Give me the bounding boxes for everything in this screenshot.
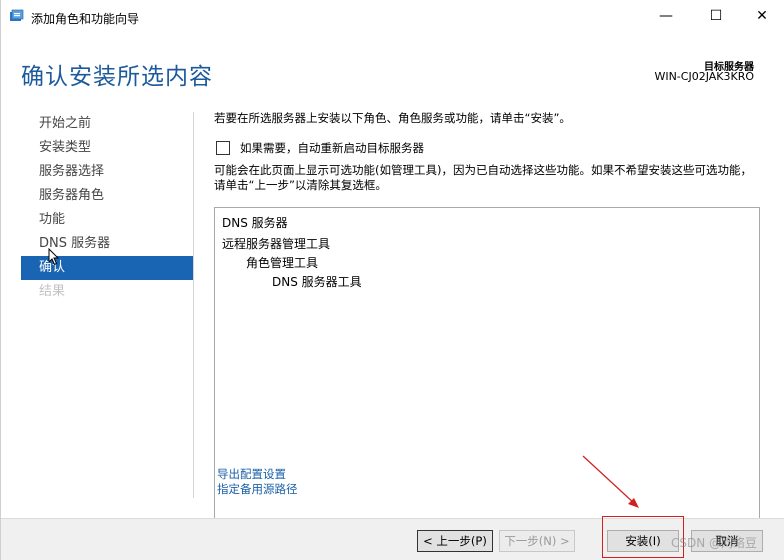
nav-item-server-roles[interactable]: 服务器角色 (21, 184, 193, 208)
window-title: 添加角色和功能向导 (31, 12, 140, 26)
restart-checkbox-row[interactable]: 如果需要，自动重新启动目标服务器 (214, 140, 424, 156)
wizard-window: 添加角色和功能向导 — ☐ ✕ 确认安装所选内容 目标服务器 WIN-CJ02J… (0, 0, 784, 560)
server-manager-icon (10, 9, 24, 21)
maximize-icon: ☐ (709, 8, 723, 24)
restart-checkbox-label[interactable]: 如果需要，自动重新启动目标服务器 (240, 140, 424, 156)
instruction-text: 若要在所选服务器上安装以下角色、角色服务或功能，请单击“安装”。 (214, 111, 571, 125)
confirmation-content: 若要在所选服务器上安装以下角色、角色服务或功能，请单击“安装”。 如果需要，自动… (214, 110, 762, 551)
optional-features-note: 可能会在此页面上显示可选功能(如管理工具)，因为已自动选择这些功能。如果不希望安… (214, 163, 752, 192)
selected-features-list[interactable]: DNS 服务器 远程服务器管理工具 角色管理工具 DNS 服务器工具 (214, 207, 760, 551)
nav-divider (193, 112, 194, 498)
target-server-name: WIN-CJ02JAK3KRO (654, 70, 754, 83)
maximize-button[interactable]: ☐ (693, 0, 739, 32)
page-title: 确认安装所选内容 (21, 64, 213, 90)
close-icon: ✕ (756, 8, 768, 24)
mouse-cursor-icon (48, 248, 60, 266)
alternate-source-link[interactable]: 指定备用源路径 (217, 482, 298, 497)
export-config-link[interactable]: 导出配置设置 (217, 467, 298, 482)
nav-item-confirmation[interactable]: 确认 (21, 256, 193, 280)
next-button: 下一步(N) > (499, 530, 575, 552)
minimize-icon: — (659, 8, 673, 24)
config-links: 导出配置设置 指定备用源路径 (217, 467, 298, 497)
wizard-steps-nav: 开始之前 安装类型 服务器选择 服务器角色 功能 DNS 服务器 确认 结果 (21, 112, 193, 304)
title-bar[interactable]: 添加角色和功能向导 — ☐ ✕ (1, 0, 784, 34)
watermark: CSDN @网络豆 (671, 536, 758, 550)
feature-item: 远程服务器管理工具 (222, 237, 331, 251)
close-button[interactable]: ✕ (739, 0, 784, 32)
nav-item-installation-type[interactable]: 安装类型 (21, 136, 193, 160)
previous-button[interactable]: < 上一步(P) (417, 530, 493, 552)
feature-item: 角色管理工具 (246, 256, 319, 270)
nav-item-dns-server[interactable]: DNS 服务器 (21, 232, 193, 256)
nav-item-server-selection[interactable]: 服务器选择 (21, 160, 193, 184)
nav-item-results: 结果 (39, 284, 66, 299)
feature-item: DNS 服务器工具 (272, 275, 362, 289)
nav-item-before-you-begin[interactable]: 开始之前 (21, 112, 193, 136)
nav-item-features[interactable]: 功能 (21, 208, 193, 232)
minimize-button[interactable]: — (643, 0, 689, 32)
feature-item: DNS 服务器 (222, 216, 288, 230)
restart-checkbox[interactable] (216, 141, 230, 155)
